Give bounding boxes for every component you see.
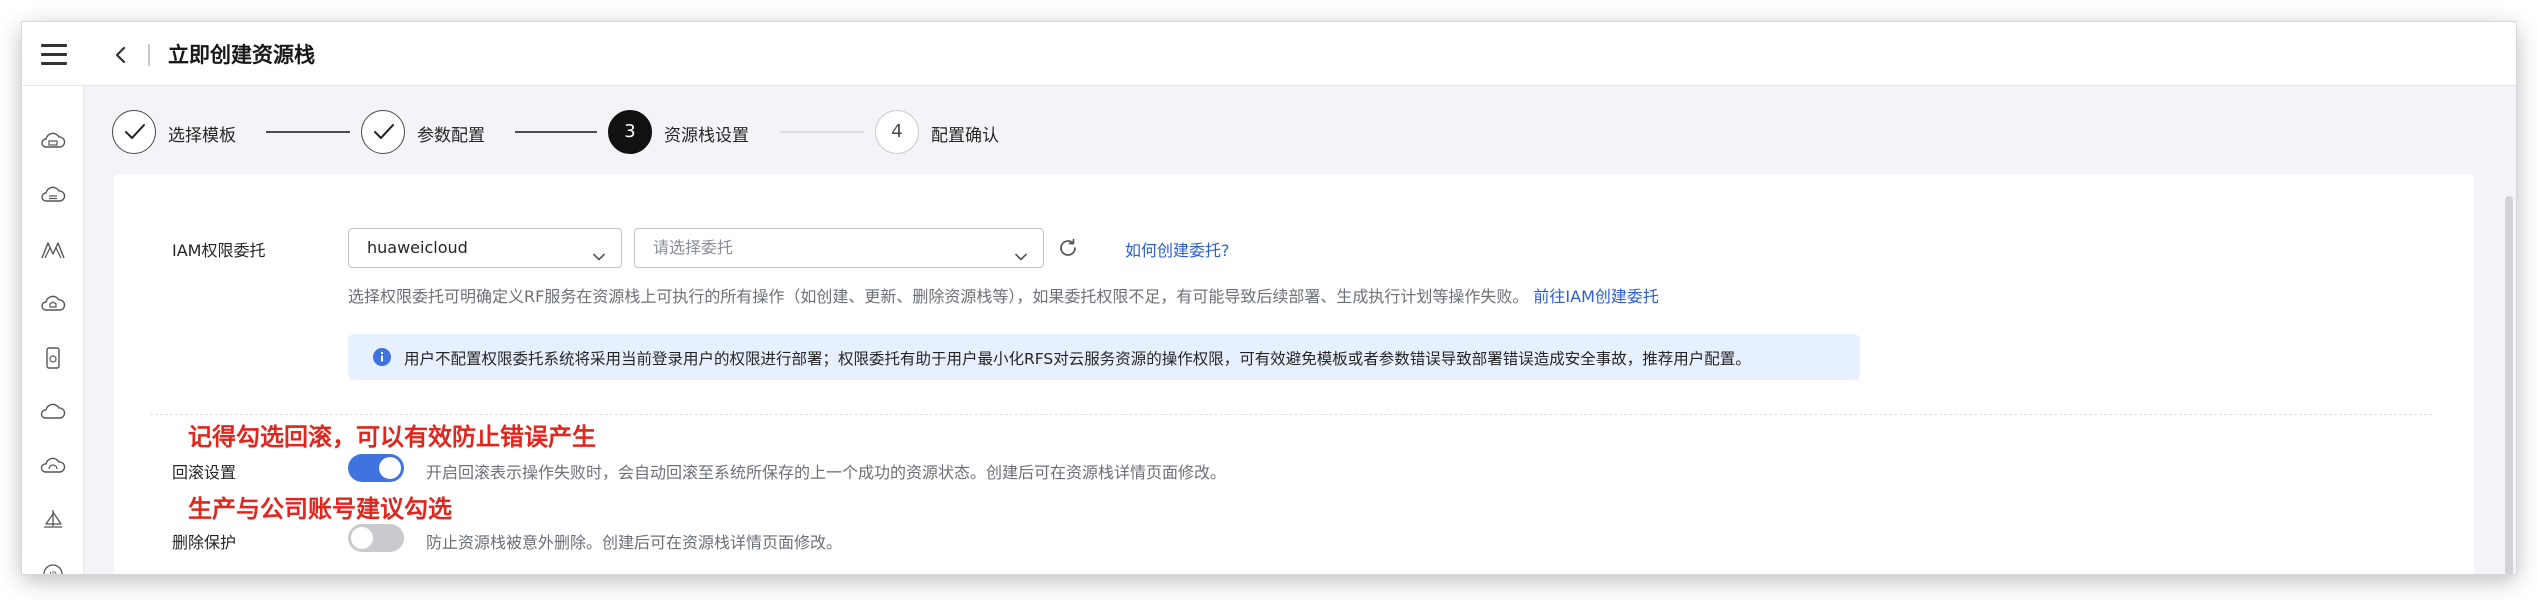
- chevron-left-icon[interactable]: [108, 42, 134, 68]
- step-3-indicator: 3: [608, 110, 652, 154]
- step-3-label: 资源栈设置: [664, 126, 749, 146]
- how-to-create-agency-link[interactable]: 如何创建委托?: [1125, 237, 1230, 261]
- sailboat-icon[interactable]: [39, 506, 67, 534]
- rollback-annotation: 记得勾选回滚，可以有效防止错误产生: [188, 423, 596, 451]
- info-icon: [372, 347, 392, 367]
- refresh-icon[interactable]: [1056, 236, 1080, 260]
- section-divider: [150, 414, 2432, 415]
- cloud-home-icon[interactable]: [39, 290, 67, 318]
- scrollbar-thumb[interactable]: [2505, 196, 2513, 574]
- delete-protection-label: 删除保护: [172, 533, 237, 552]
- delete-protection-toggle[interactable]: [348, 524, 404, 552]
- mountain-icon[interactable]: [39, 236, 67, 264]
- title-divider: [148, 44, 150, 66]
- step-1-check-icon: [112, 110, 156, 154]
- device-icon[interactable]: [39, 344, 67, 372]
- cloud-outline-icon[interactable]: [39, 398, 67, 426]
- cloud-database-icon[interactable]: [39, 182, 67, 210]
- page-scrollbar[interactable]: [2502, 86, 2516, 574]
- step-1-label: 选择模板: [168, 126, 236, 146]
- app-window: 立即创建资源栈 IP: [22, 22, 2516, 574]
- step-2-label: 参数配置: [417, 126, 485, 146]
- step-connector: [266, 131, 350, 133]
- provider-select-value: huaweicloud: [367, 238, 468, 257]
- delete-protection-description: 防止资源栈被意外删除。创建后可在资源栈详情页面修改。: [426, 533, 843, 552]
- agency-select[interactable]: 请选择委托: [634, 228, 1044, 268]
- delete-protection-annotation: 生产与公司账号建议勾选: [188, 495, 452, 523]
- stack-settings-card: IAM权限委托 huaweicloud 请选择委托 如何创建委托? 选择权限委托…: [114, 174, 2474, 574]
- iam-agency-label: IAM权限委托: [172, 241, 266, 260]
- cloud-gear-icon[interactable]: [39, 452, 67, 480]
- provider-select[interactable]: huaweicloud: [348, 228, 622, 268]
- rollback-toggle[interactable]: [348, 454, 404, 482]
- toggle-knob: [351, 527, 373, 549]
- step-connector: [780, 131, 864, 133]
- rollback-description: 开启回滚表示操作失败时，会自动回滚至系统所保存的上一个成功的资源状态。创建后可在…: [426, 463, 1227, 482]
- top-bar: 立即创建资源栈: [22, 22, 2516, 86]
- chevron-down-icon: [591, 241, 607, 261]
- step-2-check-icon: [361, 110, 405, 154]
- step-4-indicator: 4: [875, 110, 919, 154]
- iam-hint-body: 选择权限委托可明确定义RF服务在资源栈上可执行的所有操作（如创建、更新、删除资源…: [348, 287, 1529, 306]
- goto-iam-link[interactable]: 前往IAM创建委托: [1533, 287, 1658, 306]
- cloud-server-icon[interactable]: [39, 128, 67, 156]
- info-banner: 用户不配置权限委托系统将采用当前登录用户的权限进行部署；权限委托有助于用户最小化…: [348, 334, 1860, 380]
- iam-hint-text: 选择权限委托可明确定义RF服务在资源栈上可执行的所有操作（如创建、更新、删除资源…: [348, 283, 1659, 307]
- rollback-label: 回滚设置: [172, 463, 237, 482]
- step-4-label: 配置确认: [931, 126, 999, 146]
- hamburger-menu-icon[interactable]: [41, 44, 69, 68]
- chevron-down-icon: [1013, 241, 1029, 261]
- ip-icon[interactable]: IP: [39, 560, 67, 574]
- info-banner-text: 用户不配置权限委托系统将采用当前登录用户的权限进行部署；权限委托有助于用户最小化…: [404, 350, 1751, 368]
- step-connector: [515, 131, 597, 133]
- agency-select-placeholder: 请选择委托: [653, 238, 734, 257]
- service-sidebar: IP: [22, 86, 84, 574]
- toggle-knob: [379, 457, 401, 479]
- page-title: 立即创建资源栈: [168, 43, 315, 67]
- svg-text:IP: IP: [49, 571, 56, 575]
